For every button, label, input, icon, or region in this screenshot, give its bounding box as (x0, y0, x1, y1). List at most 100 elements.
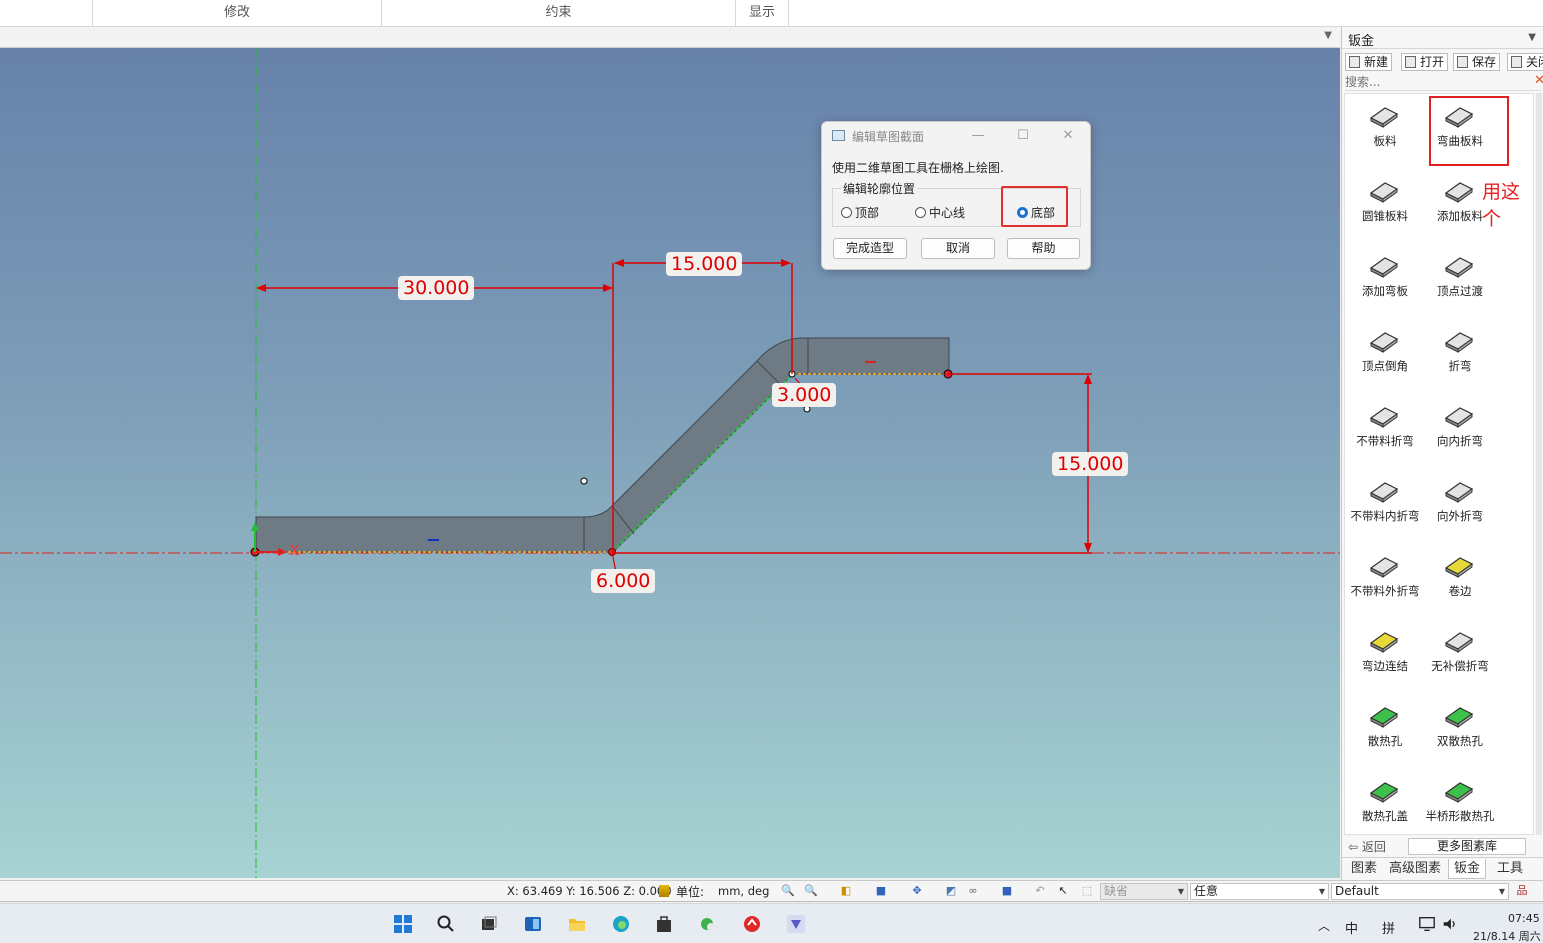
tray-overflow-icon[interactable]: ︿ (1318, 917, 1330, 934)
tool-add-bend-plate[interactable]: 添加弯板 (1347, 246, 1423, 316)
help-button[interactable]: 帮助 (1007, 238, 1080, 259)
dimension-15-horizontal[interactable]: 15.000 (666, 252, 743, 276)
app-red-icon[interactable] (741, 914, 763, 934)
undo-icon[interactable]: ↶ (1033, 884, 1047, 898)
tab-elements[interactable]: 图素 (1346, 859, 1382, 879)
speaker-icon[interactable] (1441, 914, 1459, 934)
section-icon[interactable]: ◩ (944, 884, 958, 898)
close-button[interactable]: 关闭 (1507, 53, 1543, 71)
style-select[interactable]: Default ▼ (1331, 883, 1509, 900)
network-icon[interactable]: 品 (1515, 884, 1529, 898)
tool-outer-fold-no-material[interactable]: 不带料外折弯 (1347, 546, 1423, 616)
chevron-down-icon: ▼ (1318, 887, 1325, 896)
clock-time[interactable]: 07:45 (1508, 912, 1540, 925)
dimension-30[interactable]: 30.000 (398, 276, 475, 300)
radio-icon[interactable] (915, 207, 926, 218)
ime-indicator[interactable]: 拼 (1382, 918, 1395, 937)
dimension-radius-3[interactable]: 3.000 (772, 383, 837, 407)
app-icon (832, 130, 845, 141)
view-cube-icon[interactable]: ■ (874, 884, 888, 898)
tool-half-bridge-louver[interactable]: 半桥形散热孔 (1422, 771, 1498, 834)
save-button[interactable]: 保存 (1453, 53, 1501, 71)
finish-modeling-button[interactable]: 完成造型 (833, 238, 907, 259)
monitor-icon[interactable] (1418, 914, 1436, 934)
dialog-message: 使用二维草图工具在栅格上绘图. (832, 161, 1004, 175)
tool-sheet-blank[interactable]: 板料 (1347, 96, 1423, 166)
tool-inner-fold-no-material[interactable]: 不带料内折弯 (1347, 471, 1423, 541)
tool-fold-no-compensation[interactable]: 无补偿折弯 (1422, 621, 1498, 691)
tool-double-louver[interactable]: 双散热孔 (1422, 696, 1498, 766)
filter-default-select[interactable]: 缺省 ▼ (1100, 883, 1188, 900)
search-input[interactable] (1345, 73, 1541, 91)
tool-fold[interactable]: 折弯 (1422, 321, 1498, 391)
pointer-icon[interactable]: ↖ (1056, 884, 1070, 898)
tool-grid-scrollbar[interactable] (1536, 93, 1542, 835)
transform-icon[interactable]: ✥ (910, 884, 924, 898)
tool-label: 弯边连结 (1362, 659, 1408, 673)
panel-header[interactable]: 钣金 ▼ (1342, 27, 1543, 49)
units-value[interactable]: mm, deg (718, 884, 769, 898)
tool-label: 散热孔盖 (1362, 809, 1408, 823)
ribbon-section-display[interactable]: 显示 (736, 0, 789, 27)
tool-flange-join[interactable]: 弯边连结 (1347, 621, 1423, 691)
render-mode-icon[interactable]: ◧ (839, 884, 853, 898)
clear-search-icon[interactable]: ✕ (1534, 73, 1543, 88)
more-catalogs-button[interactable]: 更多图素库 (1408, 838, 1526, 855)
radio-centerline[interactable]: 中心线 (915, 204, 965, 221)
zoom-icon[interactable]: 🔍 (781, 884, 795, 898)
edge-browser-icon[interactable] (610, 914, 632, 934)
new-button[interactable]: 新建 (1345, 53, 1393, 71)
tool-cone-sheet[interactable]: 圆锥板料 (1347, 171, 1423, 241)
tool-vertex-transition[interactable]: 顶点过渡 (1422, 246, 1498, 316)
select-filter-icon[interactable]: ⬚ (1080, 884, 1094, 898)
tool-label: 向内折弯 (1437, 434, 1483, 448)
search-icon[interactable] (435, 914, 457, 934)
tool-fold-outward[interactable]: 向外折弯 (1422, 471, 1498, 541)
file-explorer-icon[interactable] (566, 914, 588, 934)
ribbon-section-constraint[interactable]: 约束 (382, 0, 736, 27)
tool-louver[interactable]: 散热孔 (1347, 696, 1423, 766)
start-icon[interactable] (392, 914, 414, 934)
task-view-icon[interactable] (478, 914, 500, 934)
radio-icon[interactable] (841, 207, 852, 218)
tool-label: 双散热孔 (1437, 734, 1483, 748)
sketch-canvas[interactable] (0, 48, 1340, 878)
glasses-icon[interactable]: ∞ (966, 884, 980, 898)
half-bridge-louver-icon (1444, 782, 1474, 803)
sheet-blank-icon (1369, 107, 1399, 128)
minimize-icon[interactable]: — (966, 126, 990, 146)
close-icon[interactable]: ✕ (1056, 126, 1080, 146)
tab-sheet-metal[interactable]: 钣金 (1448, 859, 1486, 879)
dialog-titlebar[interactable]: 编辑草图截面 — ☐ ✕ (822, 122, 1090, 150)
design-viewport[interactable]: 30.000 15.000 3.000 15.000 6.000 X (0, 48, 1340, 878)
filter-any-select[interactable]: 任意 ▼ (1190, 883, 1329, 900)
double-louver-icon (1444, 707, 1474, 728)
caxa-app-icon[interactable] (785, 914, 807, 934)
tool-louver-cover[interactable]: 散热孔盖 (1347, 771, 1423, 834)
tool-fold-no-material[interactable]: 不带料折弯 (1347, 396, 1423, 466)
chevron-down-icon[interactable]: ▼ (1324, 30, 1332, 41)
clock-date[interactable]: 21/8.14 周六 (1473, 928, 1541, 943)
tool-vertex-chamfer[interactable]: 顶点倒角 (1347, 321, 1423, 391)
dimension-radius-6[interactable]: 6.000 (591, 569, 656, 593)
tool-fold-inward[interactable]: 向内折弯 (1422, 396, 1498, 466)
widgets-icon[interactable] (522, 914, 544, 934)
flange-join-icon (1369, 632, 1399, 653)
dimension-15-vertical[interactable]: 15.000 (1052, 452, 1129, 476)
cancel-button[interactable]: 取消 (921, 238, 995, 259)
panel-toolbar: 新建 打开 保存 关闭 (1342, 51, 1543, 73)
radio-top[interactable]: 顶部 (841, 204, 879, 221)
tab-tools[interactable]: 工具 (1490, 859, 1530, 879)
back-button[interactable]: ⇦ 返回 (1348, 838, 1386, 855)
zoom-window-icon[interactable]: 🔍 (804, 884, 818, 898)
store-icon[interactable] (653, 914, 675, 934)
box-icon[interactable]: ■ (1000, 884, 1014, 898)
open-button[interactable]: 打开 (1401, 53, 1449, 71)
wechat-icon[interactable] (697, 914, 719, 934)
chevron-down-icon[interactable]: ▼ (1528, 32, 1536, 43)
language-indicator[interactable]: 中 (1345, 918, 1358, 937)
tool-hem[interactable]: 卷边 (1422, 546, 1498, 616)
ribbon-section-modify[interactable]: 修改 (93, 0, 382, 27)
fold-no-material-icon (1369, 407, 1399, 428)
tab-advanced-elements[interactable]: 高级图素 (1386, 859, 1444, 879)
